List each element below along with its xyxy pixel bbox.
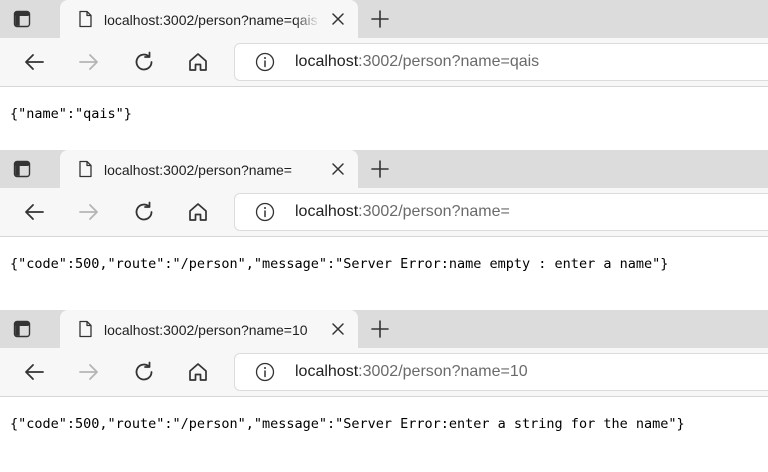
json-response: {"code":500,"route":"/person","message":… (10, 416, 685, 432)
browser-window-2: localhost:3002/person?name= localhost:30… (0, 150, 768, 310)
refresh-icon[interactable] (131, 359, 157, 385)
arrow-left-icon[interactable] (21, 49, 47, 75)
address-bar[interactable]: localhost:3002/person?name= (234, 193, 768, 231)
tab-title: localhost:3002/person?name=qais (104, 12, 318, 28)
tab-actions-icon[interactable] (12, 319, 32, 339)
tab-actions-icon[interactable] (12, 9, 32, 29)
url-path: :3002/person?name=qais (358, 53, 540, 70)
toolbar: localhost:3002/person?name=10 (0, 348, 768, 397)
plus-icon[interactable] (368, 317, 392, 341)
json-response: {"name":"qais"} (10, 106, 132, 122)
url-path: :3002/person?name= (358, 203, 510, 220)
url-host: localhost (295, 203, 359, 220)
arrow-left-icon[interactable] (21, 199, 47, 225)
page-content: {"code":500,"route":"/person","message":… (0, 397, 768, 472)
home-icon[interactable] (185, 359, 211, 385)
page-icon (76, 320, 94, 338)
page-content: {"code":500,"route":"/person","message":… (0, 237, 768, 310)
url-host: localhost (295, 53, 359, 70)
tab-active[interactable]: localhost:3002/person?name=qais (60, 0, 358, 38)
tab-strip: localhost:3002/person?name= (0, 150, 768, 188)
tab-actions-icon[interactable] (12, 159, 32, 179)
url-text: localhost:3002/person?name=qais (295, 52, 539, 72)
arrow-right-icon[interactable] (76, 49, 102, 75)
tab-strip: localhost:3002/person?name=qais (0, 0, 768, 38)
info-icon[interactable] (255, 362, 275, 382)
home-icon[interactable] (185, 199, 211, 225)
close-icon[interactable] (328, 9, 348, 29)
page-icon (76, 160, 94, 178)
url-text: localhost:3002/person?name= (295, 202, 510, 222)
tab-title: localhost:3002/person?name=10 (104, 322, 308, 338)
refresh-icon[interactable] (131, 199, 157, 225)
plus-icon[interactable] (368, 7, 392, 31)
address-bar[interactable]: localhost:3002/person?name=qais (234, 43, 768, 81)
home-icon[interactable] (185, 49, 211, 75)
url-path: :3002/person?name=10 (358, 363, 528, 380)
browser-window-1: localhost:3002/person?name=qais localhos… (0, 0, 768, 150)
arrow-left-icon[interactable] (21, 359, 47, 385)
tab-active[interactable]: localhost:3002/person?name=10 (60, 310, 358, 348)
page-content: {"name":"qais"} (0, 87, 768, 150)
address-bar[interactable]: localhost:3002/person?name=10 (234, 353, 768, 391)
toolbar: localhost:3002/person?name= (0, 188, 768, 237)
toolbar: localhost:3002/person?name=qais (0, 38, 768, 87)
url-host: localhost (295, 363, 359, 380)
tab-strip: localhost:3002/person?name=10 (0, 310, 768, 348)
arrow-right-icon[interactable] (76, 199, 102, 225)
close-icon[interactable] (328, 319, 348, 339)
info-icon[interactable] (255, 202, 275, 222)
close-icon[interactable] (328, 159, 348, 179)
refresh-icon[interactable] (131, 49, 157, 75)
tab-active[interactable]: localhost:3002/person?name= (60, 150, 358, 188)
url-text: localhost:3002/person?name=10 (295, 362, 528, 382)
plus-icon[interactable] (368, 157, 392, 181)
browser-window-3: localhost:3002/person?name=10 localhost:… (0, 310, 768, 472)
info-icon[interactable] (255, 52, 275, 72)
tab-title: localhost:3002/person?name= (104, 162, 292, 178)
arrow-right-icon[interactable] (76, 359, 102, 385)
json-response: {"code":500,"route":"/person","message":… (10, 256, 669, 272)
page-icon (76, 10, 94, 28)
